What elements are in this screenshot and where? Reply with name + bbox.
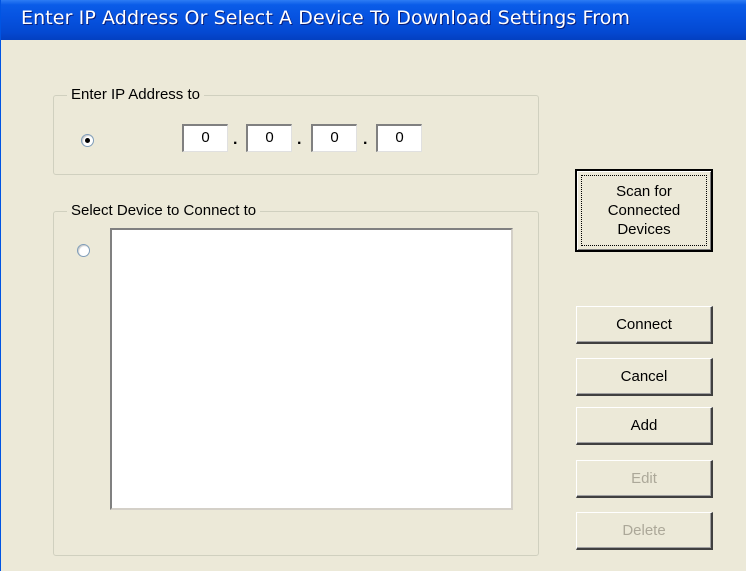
ip-address-radio[interactable] xyxy=(81,134,94,147)
ip-octet-1-input[interactable]: 0 xyxy=(182,124,228,152)
cancel-button[interactable]: Cancel xyxy=(576,358,713,396)
device-select-radio[interactable] xyxy=(77,244,90,257)
add-button-label: Add xyxy=(630,417,658,434)
connect-button[interactable]: Connect xyxy=(576,306,713,344)
ip-address-group-label: Enter IP Address to xyxy=(67,86,204,103)
title-bar[interactable]: Enter IP Address Or Select A Device To D… xyxy=(1,0,746,40)
ip-octet-3-input[interactable]: 0 xyxy=(311,124,357,152)
ip-octet-4-input[interactable]: 0 xyxy=(376,124,422,152)
scan-devices-button-label: Scan for Connected Devices xyxy=(607,183,681,238)
device-select-group-label: Select Device to Connect to xyxy=(67,202,261,219)
window-title: Enter IP Address Or Select A Device To D… xyxy=(21,7,631,29)
dialog-window: Enter IP Address Or Select A Device To D… xyxy=(0,0,746,571)
device-list[interactable] xyxy=(110,228,513,510)
ip-address-group xyxy=(53,95,539,175)
edit-button-label: Edit xyxy=(631,470,657,487)
cancel-button-label: Cancel xyxy=(620,368,668,385)
scan-devices-button[interactable]: Scan for Connected Devices xyxy=(575,169,713,252)
delete-button[interactable]: Delete xyxy=(576,512,713,550)
edit-button[interactable]: Edit xyxy=(576,460,713,498)
ip-octet-2-input[interactable]: 0 xyxy=(246,124,292,152)
ip-separator: . xyxy=(233,131,238,148)
connect-button-label: Connect xyxy=(616,316,672,333)
add-button[interactable]: Add xyxy=(576,407,713,445)
radio-selected-dot xyxy=(85,138,90,143)
ip-separator: . xyxy=(363,131,368,148)
delete-button-label: Delete xyxy=(622,522,666,539)
ip-separator: . xyxy=(297,131,302,148)
